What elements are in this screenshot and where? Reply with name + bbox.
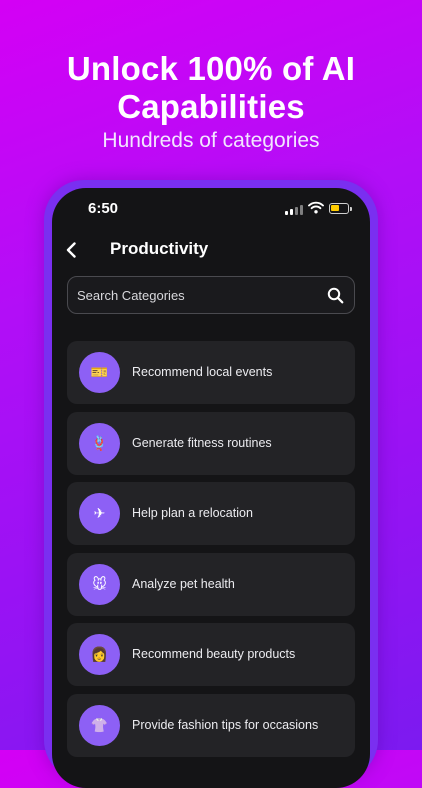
category-label: Generate fitness routines <box>132 435 272 450</box>
status-bar: 6:50 <box>52 188 370 228</box>
search-bar <box>67 276 355 314</box>
nav-bar: Productivity <box>52 228 370 272</box>
promo-headline: Unlock 100% of AI Capabilities <box>66 50 356 125</box>
fitness-loop-icon: 🪢 <box>79 422 120 464</box>
category-label: Provide fashion tips for occasions <box>132 717 319 732</box>
phone-frame: 6:50 Productivity Search Categories 🎫 Re… <box>44 180 378 788</box>
category-label: Analyze pet health <box>132 576 235 591</box>
pet-icon: 🐭 <box>79 563 120 605</box>
category-label: Recommend beauty products <box>132 647 296 661</box>
category-item-recommend-local-events[interactable]: 🎫 Recommend local events <box>67 341 355 404</box>
category-item-generate-fitness-routines[interactable]: 🪢 Generate fitness routines <box>67 411 355 475</box>
ticket-icon: 🎫 <box>79 352 120 393</box>
clothing-icon: 👚 <box>79 704 120 746</box>
status-time: 6:50 <box>88 200 119 217</box>
beauty-face-icon: 👩 <box>79 634 120 675</box>
category-item-recommend-beauty-products[interactable]: 👩 Recommend beauty products <box>67 623 355 686</box>
category-label: Recommend local events <box>132 365 273 379</box>
search-input[interactable] <box>77 277 317 313</box>
airplane-icon: ✈ <box>79 493 120 534</box>
category-label: Help plan a relocation <box>132 506 253 520</box>
search-icon[interactable] <box>327 287 344 304</box>
wifi-icon <box>308 201 324 214</box>
battery-level <box>331 205 339 211</box>
page-title: Productivity <box>110 239 209 258</box>
category-item-provide-fashion-tips[interactable]: 👚 Provide fashion tips for occasions <box>67 693 355 757</box>
battery-icon <box>329 203 352 214</box>
chevron-left-icon[interactable] <box>62 240 82 260</box>
category-item-analyze-pet-health[interactable]: 🐭 Analyze pet health <box>67 552 355 616</box>
category-item-help-plan-a-relocation[interactable]: ✈ Help plan a relocation <box>67 482 355 545</box>
phone-screen: 6:50 Productivity Search Categories 🎫 Re… <box>52 188 370 788</box>
category-list: 🎫 Recommend local events 🪢 Generate fitn… <box>67 341 355 764</box>
cellular-signal-icon <box>285 204 305 215</box>
promo-subheadline: Hundreds of categories <box>102 129 320 152</box>
